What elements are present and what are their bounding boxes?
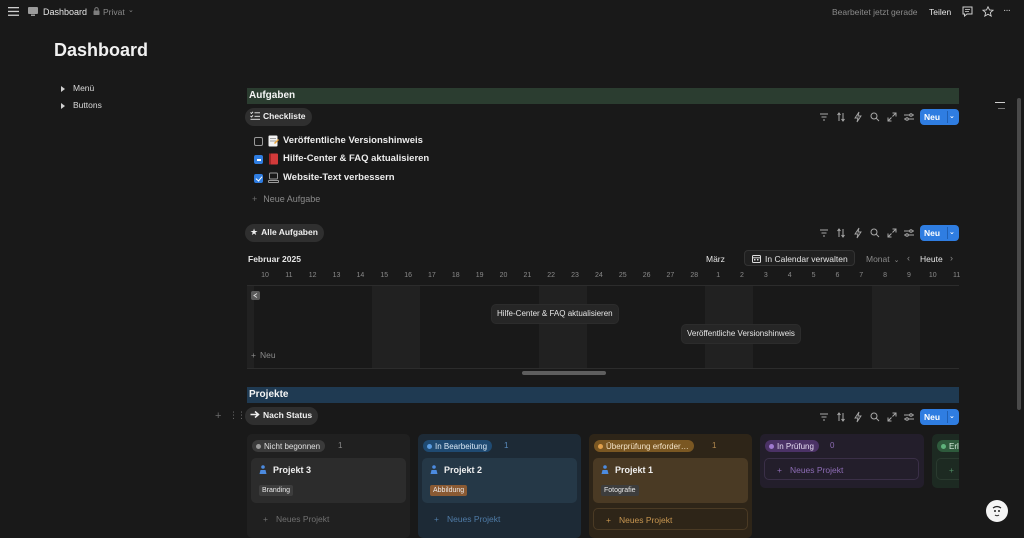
comment-icon[interactable] [962, 6, 973, 17]
new-project-row[interactable]: + Neues Projekt [251, 508, 406, 530]
new-project-row[interactable]: + Neues Projekt [593, 508, 748, 530]
ai-assistant-button[interactable] [986, 500, 1008, 522]
board-viewport: Nicht begonnen 1 Projekt 3 Branding + Neu… [247, 0, 959, 538]
add-block-icon[interactable]: + [215, 410, 221, 422]
person-icon [259, 465, 267, 474]
privacy-label[interactable]: Privat [103, 7, 125, 17]
status-badge: Erl [937, 440, 959, 452]
status-badge: Überprüfung erforder… [594, 440, 694, 452]
toggle-triangle-icon [61, 102, 65, 109]
page-icon [28, 7, 38, 16]
person-icon [601, 465, 609, 474]
status-badge: In Prüfung [765, 440, 819, 452]
page-title: Dashboard [54, 40, 149, 60]
project-card[interactable]: Projekt 1 Fotografie [593, 458, 748, 503]
plus-icon: + [263, 514, 268, 524]
ai-face-icon [992, 505, 1002, 517]
project-card[interactable]: Projekt 3 Branding [251, 458, 406, 503]
drag-handle-icon[interactable]: ⋮⋮ [229, 410, 246, 421]
breadcrumb-title[interactable]: Dashboard [43, 7, 87, 17]
project-tag: Branding [259, 485, 294, 496]
board-column-done: Erl + [932, 434, 959, 488]
vertical-scrollbar[interactable] [1017, 98, 1021, 410]
board-column-in-review: In Prüfung 0 + Neues Projekt [760, 434, 924, 488]
plus-icon: + [434, 514, 439, 524]
chevron-down-icon[interactable]: ⌄ [128, 6, 134, 14]
status-badge: Nicht begonnen [252, 440, 326, 452]
outline-indicator[interactable] [995, 102, 1005, 103]
project-card[interactable]: Projekt 2 Abbildung [422, 458, 577, 503]
status-badge: In Bearbeitung [423, 440, 493, 452]
new-project-row[interactable]: + Neues Projekt [764, 458, 919, 480]
plus-icon: + [949, 465, 954, 475]
toggle-triangle-icon [61, 85, 65, 92]
new-project-row[interactable]: + Neues Projekt [422, 508, 577, 530]
project-tag: Abbildung [430, 485, 468, 496]
outline-indicator[interactable] [998, 108, 1005, 109]
column-count: 0 [830, 441, 835, 450]
plus-icon: + [777, 465, 782, 475]
column-count: 1 [712, 441, 717, 450]
person-icon [430, 465, 438, 474]
board-column-review-required: Überprüfung erforder… 1 Projekt 1 Fotogr… [589, 434, 752, 538]
new-project-row[interactable]: + [936, 458, 959, 480]
star-icon[interactable] [982, 6, 994, 17]
column-count: 1 [338, 441, 343, 450]
column-count: 1 [504, 441, 509, 450]
lock-icon [93, 7, 100, 15]
board-column-in-progress: In Bearbeitung 1 Projekt 2 Abbildung + Ne… [418, 434, 581, 538]
toggle-buttons[interactable]: Buttons [61, 100, 102, 110]
project-tag: Fotografie [601, 485, 639, 496]
menu-icon[interactable] [8, 7, 19, 16]
plus-icon: + [606, 515, 611, 525]
toggle-menu[interactable]: Menü [61, 83, 94, 93]
board-column-not-started: Nicht begonnen 1 Projekt 3 Branding + Neu… [247, 434, 410, 538]
more-options-button[interactable]: ··· [1003, 5, 1011, 16]
